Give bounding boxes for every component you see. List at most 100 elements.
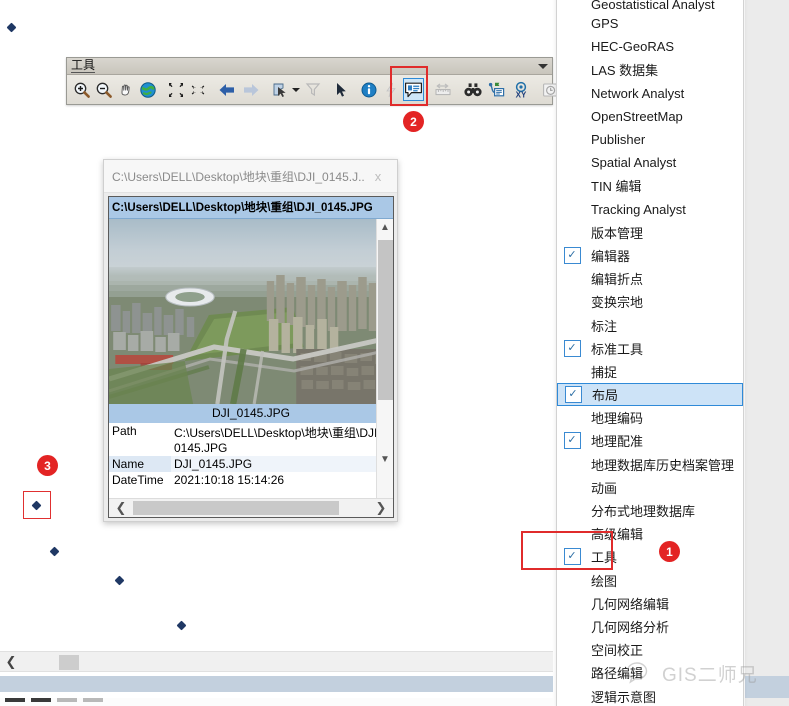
tools-toolbar[interactable]: 工具 XY bbox=[66, 57, 559, 105]
context-menu-item-label: 分布式地理数据库 bbox=[591, 504, 696, 520]
fixed-zoom-out-icon[interactable] bbox=[188, 78, 208, 101]
html-popup-icon[interactable] bbox=[403, 78, 424, 101]
full-extent-globe-icon[interactable] bbox=[138, 78, 158, 101]
hscroll-track[interactable] bbox=[133, 501, 369, 515]
context-menu-item[interactable]: 标注 bbox=[557, 313, 743, 336]
measure-ruler-icon[interactable] bbox=[432, 78, 454, 101]
popup-content-scroll-area[interactable]: DJI_0145.JPG Path C:\Users\DELL\Desktop\… bbox=[109, 219, 393, 498]
clear-selection-icon[interactable] bbox=[303, 78, 323, 101]
context-menu-item[interactable]: Network Analyst bbox=[557, 82, 743, 105]
select-features-icon[interactable] bbox=[270, 78, 292, 101]
chevron-left-icon[interactable]: ❮ bbox=[0, 652, 22, 672]
find-binoculars-icon[interactable] bbox=[462, 78, 484, 101]
attr-key: Name bbox=[109, 456, 171, 472]
context-menu-item[interactable]: 分布式地理数据库 bbox=[557, 499, 743, 522]
checkmark-icon: ✓ bbox=[564, 386, 582, 404]
context-menu-item[interactable]: 地理编码 bbox=[557, 406, 743, 429]
taskbar[interactable] bbox=[0, 698, 553, 706]
context-menu-item[interactable]: ✓ 布局 bbox=[557, 383, 743, 407]
map-point[interactable] bbox=[114, 575, 125, 586]
context-menu-item[interactable]: 变换宗地 bbox=[557, 290, 743, 313]
context-menu-item[interactable]: 高级编辑 bbox=[557, 522, 743, 545]
context-menu-item[interactable]: HEC-GeoRAS bbox=[557, 35, 743, 58]
context-menu-item-label: 绘图 bbox=[591, 573, 618, 589]
back-extent-arrow-icon[interactable] bbox=[216, 78, 238, 101]
context-menu-item[interactable]: 绘图 bbox=[557, 569, 743, 592]
context-menu-item-label: 几何网络编辑 bbox=[591, 596, 670, 612]
checkbox-checked[interactable]: ✓ bbox=[557, 246, 587, 264]
context-menu-item[interactable]: 几何网络编辑 bbox=[557, 592, 743, 615]
taskbar-item[interactable] bbox=[83, 698, 103, 702]
context-menu-item-label: OpenStreetMap bbox=[591, 108, 683, 124]
context-menu-item-label: 几何网络分析 bbox=[591, 619, 670, 635]
context-menu-item-label: 编辑器 bbox=[591, 248, 631, 264]
context-menu-item[interactable]: 动画 bbox=[557, 476, 743, 499]
taskbar-item[interactable] bbox=[5, 698, 25, 702]
context-menu-item[interactable]: OpenStreetMap bbox=[557, 105, 743, 128]
checkbox-checked[interactable]: ✓ bbox=[557, 548, 587, 566]
chevron-right-icon[interactable]: ❯ bbox=[369, 499, 393, 517]
go-to-xy-icon[interactable]: XY bbox=[510, 78, 532, 101]
popup-horizontal-scrollbar[interactable]: ❮ ❯ bbox=[109, 498, 393, 517]
select-elements-arrow-icon[interactable] bbox=[331, 78, 351, 101]
fixed-zoom-in-icon[interactable] bbox=[166, 78, 186, 101]
context-menu-item[interactable]: 捕捉 bbox=[557, 360, 743, 383]
vscroll-track[interactable] bbox=[377, 236, 394, 451]
context-menu-item[interactable]: ✓ 地理配准 bbox=[557, 429, 743, 452]
checkbox-checked[interactable]: ✓ bbox=[557, 339, 587, 357]
context-menu-item[interactable]: GPS bbox=[557, 12, 743, 35]
select-dropdown-caret-icon[interactable] bbox=[292, 87, 300, 92]
toolbar-titlebar[interactable]: 工具 bbox=[67, 58, 552, 75]
popup-vertical-scrollbar[interactable]: ▲ ▼ bbox=[376, 219, 393, 498]
zoom-out-icon[interactable] bbox=[94, 78, 114, 101]
context-menu-item[interactable]: TIN 编辑 bbox=[557, 174, 743, 197]
vscroll-thumb[interactable] bbox=[377, 240, 393, 400]
context-menu-item[interactable]: ✓ 工具 bbox=[557, 545, 743, 568]
checkbox-checked[interactable]: ✓ bbox=[557, 432, 587, 450]
find-route-icon[interactable] bbox=[486, 78, 508, 101]
table-row: Name DJI_0145.JPG bbox=[109, 456, 393, 472]
pan-hand-icon[interactable] bbox=[116, 78, 136, 101]
context-menu-item[interactable]: Tracking Analyst bbox=[557, 198, 743, 221]
context-menu-item-label: 地理编码 bbox=[591, 411, 644, 427]
context-menu-item[interactable]: Publisher bbox=[557, 128, 743, 151]
context-menu-item[interactable]: 几何网络分析 bbox=[557, 615, 743, 638]
context-menu-item[interactable]: 逻辑示意图 bbox=[557, 684, 743, 706]
chevron-up-icon[interactable]: ▲ bbox=[377, 219, 394, 236]
context-menu-item[interactable]: ✓ 标准工具 bbox=[557, 337, 743, 360]
close-icon[interactable]: x bbox=[365, 164, 391, 188]
zoom-in-icon[interactable] bbox=[72, 78, 92, 101]
identify-info-icon[interactable] bbox=[359, 78, 379, 101]
map-point[interactable] bbox=[49, 546, 60, 557]
toolbars-context-menu[interactable]: Geostatistical Analyst GPS HEC-GeoRAS LAS 数… bbox=[556, 0, 744, 706]
context-menu-item[interactable]: LAS 数据集 bbox=[557, 58, 743, 81]
map-horizontal-scrollbar[interactable]: ❮ bbox=[0, 651, 553, 672]
map-hscroll-track[interactable] bbox=[22, 652, 553, 672]
context-menu-item[interactable]: 地理数据库历史档案管理 bbox=[557, 453, 743, 476]
context-menu-item[interactable]: ✓ 编辑器 bbox=[557, 244, 743, 267]
chevron-down-icon[interactable]: ▼ bbox=[377, 451, 394, 468]
chevron-left-icon[interactable]: ❮ bbox=[109, 499, 133, 517]
context-menu-item[interactable]: Geostatistical Analyst bbox=[557, 0, 743, 12]
map-point[interactable] bbox=[176, 620, 187, 631]
taskbar-item[interactable] bbox=[57, 698, 77, 702]
context-menu-item-label: Spatial Analyst bbox=[591, 155, 677, 171]
photo-caption: DJI_0145.JPG bbox=[109, 404, 393, 423]
context-menu-item[interactable]: 空间校正 bbox=[557, 638, 743, 661]
context-menu-item-label: 布局 bbox=[592, 388, 619, 404]
context-menu-item[interactable]: Spatial Analyst bbox=[557, 151, 743, 174]
hscroll-thumb[interactable] bbox=[133, 501, 339, 515]
popup-titlebar[interactable]: C:\Users\DELL\Desktop\地块\重组\DJI_0145.J..… bbox=[104, 160, 397, 193]
html-popup-window[interactable]: C:\Users\DELL\Desktop\地块\重组\DJI_0145.J..… bbox=[103, 159, 398, 522]
hyperlink-lightning-icon[interactable] bbox=[381, 78, 401, 101]
context-menu-item[interactable]: 版本管理 bbox=[557, 221, 743, 244]
map-point[interactable] bbox=[6, 22, 17, 33]
context-menu-item[interactable]: 路径编辑 bbox=[557, 661, 743, 684]
context-menu-item[interactable]: 编辑折点 bbox=[557, 267, 743, 290]
forward-extent-arrow-icon[interactable] bbox=[240, 78, 262, 101]
taskbar-item[interactable] bbox=[31, 698, 51, 702]
context-menu-item-label: Network Analyst bbox=[591, 85, 685, 101]
map-hscroll-thumb[interactable] bbox=[59, 654, 79, 670]
chevron-down-icon[interactable] bbox=[538, 64, 548, 69]
checkbox-checked[interactable]: ✓ bbox=[558, 386, 588, 404]
